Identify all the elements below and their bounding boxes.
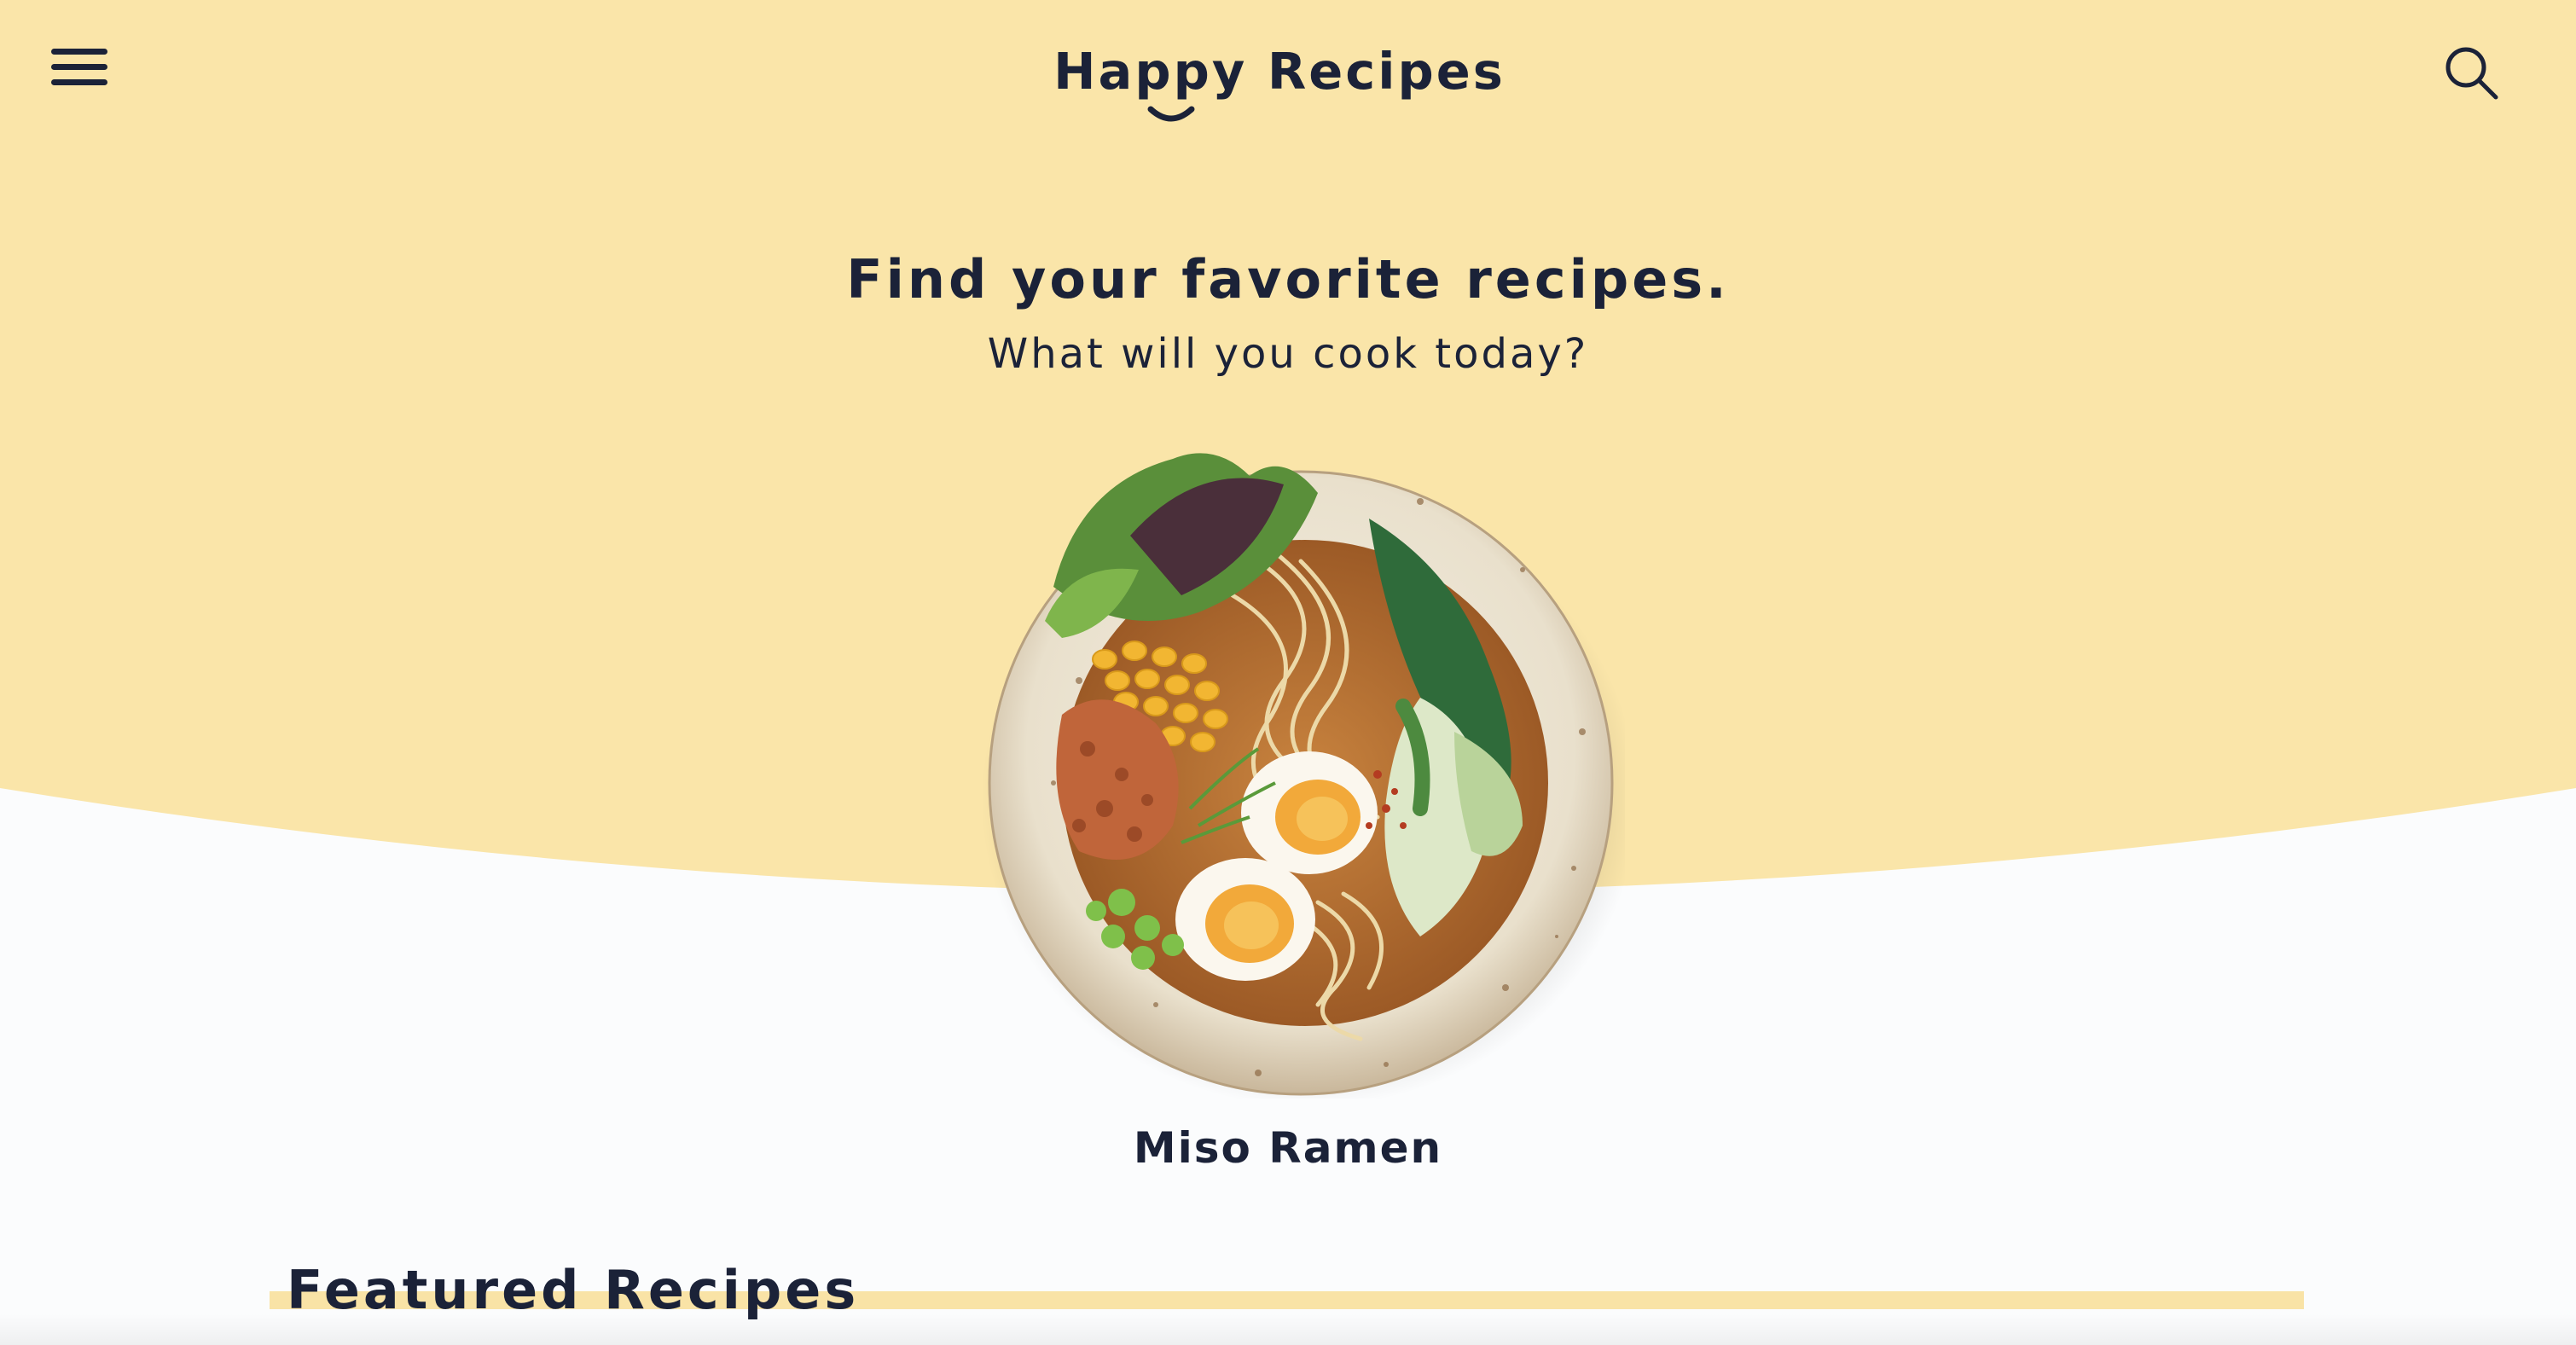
brand-logo[interactable]: Happy Recipes xyxy=(1024,34,1535,128)
smile-icon xyxy=(1147,106,1195,122)
search-icon xyxy=(2445,47,2498,100)
hero-headline: Find your favorite recipes. xyxy=(846,248,1730,310)
dish-image[interactable] xyxy=(977,425,1625,1099)
top-navigation-bar: Happy Recipes xyxy=(0,0,2576,145)
dish-name[interactable]: Miso Ramen xyxy=(0,1114,2576,1182)
hero-subheadline: What will you cook today? xyxy=(987,330,1589,378)
brand-name: Happy Recipes xyxy=(1053,42,1506,101)
hamburger-menu-icon xyxy=(51,49,107,85)
bottom-fade xyxy=(0,1313,2576,1345)
search-button[interactable] xyxy=(2441,43,2501,102)
menu-button[interactable] xyxy=(49,44,111,92)
